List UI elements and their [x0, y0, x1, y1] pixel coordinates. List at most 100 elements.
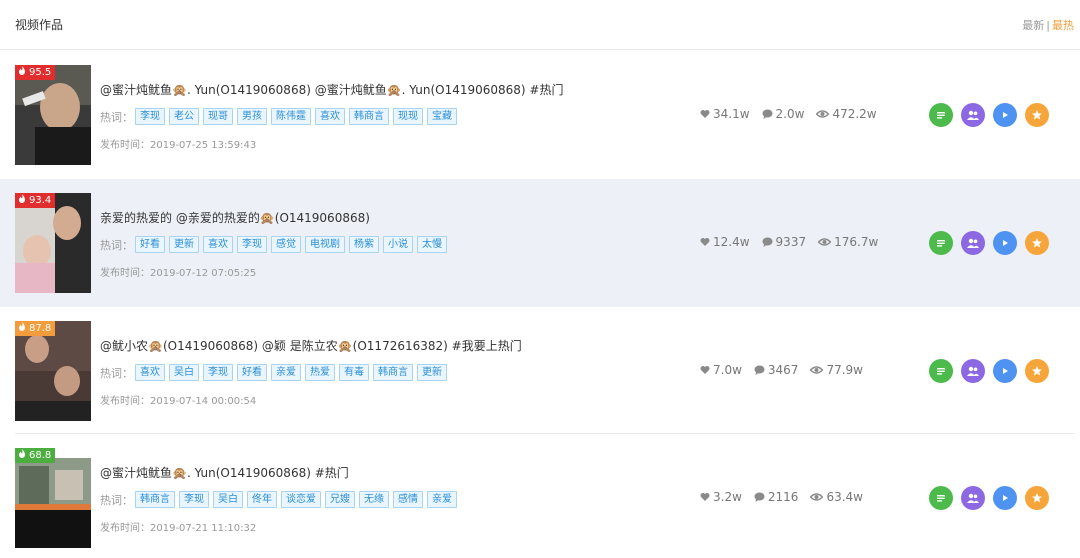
views-count: 176.7w [834, 235, 879, 249]
keyword-tag[interactable]: 喜欢 [315, 108, 345, 125]
play-icon [1000, 110, 1010, 120]
keyword-list: 热词： 李现 老公 现哥 男孩 陈伟霆 喜欢 韩商言 现现 宝藏 [100, 108, 461, 125]
keyword-tag[interactable]: 宝藏 [427, 108, 457, 125]
keyword-tag[interactable]: 感情 [393, 491, 423, 508]
action-list-button[interactable] [929, 231, 953, 255]
video-description[interactable]: @鱿小农🙊(O1419060868) @颖 是陈立农🙊(O1172616382)… [100, 337, 522, 354]
video-thumbnail[interactable]: 95.5 [15, 65, 91, 165]
keyword-tag[interactable]: 小说 [383, 236, 413, 253]
keyword-tag[interactable]: 太慢 [417, 236, 447, 253]
sort-hottest-link[interactable]: 最热 [1052, 19, 1074, 32]
publish-time: 发布时间：2019-07-12 07:05:25 [100, 268, 257, 279]
sort-newest-link[interactable]: 最新 [1022, 19, 1044, 32]
keyword-tag[interactable]: 李现 [179, 491, 209, 508]
comments-icon [754, 365, 765, 375]
keyword-tag[interactable]: 无缘 [359, 491, 389, 508]
keyword-list: 热词： 韩商言 李现 吴白 佟年 谈恋爱 兄嫂 无缘 感情 亲爱 [100, 491, 461, 508]
keyword-tag[interactable]: 吴白 [213, 491, 243, 508]
section-header: 视频作品 最新 | 最热 [0, 0, 1080, 50]
video-description[interactable]: 亲爱的热爱的 @亲爱的热爱的🙊(O1419060868) [100, 209, 370, 226]
views-icon [816, 110, 830, 118]
keyword-tag[interactable]: 兄嫂 [325, 491, 355, 508]
action-group-button[interactable] [961, 359, 985, 383]
video-description[interactable]: @蜜汁炖鱿鱼🙊. Yun(O1419060868) #热门 [100, 464, 349, 481]
action-group-button[interactable] [961, 486, 985, 510]
keyword-tag[interactable]: 李现 [135, 108, 165, 125]
keyword-tag[interactable]: 更新 [417, 364, 447, 381]
likes-icon [700, 366, 710, 374]
keyword-tag[interactable]: 韩商言 [373, 364, 413, 381]
item-actions [929, 231, 1057, 255]
action-star-button[interactable] [1025, 231, 1049, 255]
action-list-button[interactable] [929, 359, 953, 383]
star-icon [1031, 365, 1043, 377]
keyword-tag[interactable]: 李现 [237, 236, 267, 253]
comments-count: 2.0w [775, 107, 805, 121]
hot-score: 87.8 [29, 323, 52, 334]
keyword-tag[interactable]: 现现 [393, 108, 423, 125]
video-thumbnail[interactable]: 68.8 [15, 448, 91, 548]
keyword-tag[interactable]: 喜欢 [135, 364, 165, 381]
keyword-tag[interactable]: 热爱 [305, 364, 335, 381]
item-actions [929, 486, 1057, 510]
views-count: 472.2w [832, 107, 877, 121]
views-icon [810, 366, 824, 374]
keyword-tag[interactable]: 更新 [169, 236, 199, 253]
keyword-tag[interactable]: 李现 [203, 364, 233, 381]
keyword-tag[interactable]: 谈恋爱 [281, 491, 321, 508]
keyword-tag[interactable]: 好看 [135, 236, 165, 253]
action-group-button[interactable] [961, 231, 985, 255]
keyword-tag[interactable]: 吴白 [169, 364, 199, 381]
keyword-list: 热词： 喜欢 吴白 李现 好看 亲爱 热爱 有毒 韩商言 更新 [100, 364, 451, 381]
video-description[interactable]: @蜜汁炖鱿鱼🙊. Yun(O1419060868) @蜜汁炖鱿鱼🙊. Yun(O… [100, 81, 563, 98]
comments-icon [762, 237, 773, 247]
hot-score-badge: 93.4 [15, 193, 56, 208]
keyword-tag[interactable]: 亲爱 [271, 364, 301, 381]
video-list-item: 95.5 @蜜汁炖鱿鱼🙊. Yun(O1419060868) @蜜汁炖鱿鱼🙊. … [0, 51, 1080, 179]
group-icon [966, 492, 980, 504]
video-thumbnail[interactable]: 87.8 [15, 321, 91, 421]
keyword-tag[interactable]: 杨紫 [349, 236, 379, 253]
action-play-button[interactable] [993, 103, 1017, 127]
list-icon [935, 365, 947, 377]
play-icon [1000, 366, 1010, 376]
group-icon [966, 109, 980, 121]
comments-count: 2116 [767, 490, 799, 504]
keyword-tag[interactable]: 亲爱 [427, 491, 457, 508]
keyword-tag[interactable]: 陈伟霆 [271, 108, 311, 125]
keyword-tag[interactable]: 好看 [237, 364, 267, 381]
likes-icon [700, 110, 710, 118]
keyword-tag[interactable]: 男孩 [237, 108, 267, 125]
sort-divider: | [1046, 19, 1050, 32]
video-stats: 12.4w 9337 176.7w [700, 235, 890, 249]
video-thumbnail[interactable]: 93.4 [15, 193, 91, 293]
action-list-button[interactable] [929, 486, 953, 510]
action-star-button[interactable] [1025, 359, 1049, 383]
keyword-tag[interactable]: 老公 [169, 108, 199, 125]
keyword-tag[interactable]: 电视剧 [305, 236, 345, 253]
keyword-label: 热词： [100, 110, 133, 124]
keyword-tag[interactable]: 现哥 [203, 108, 233, 125]
keyword-tag[interactable]: 韩商言 [135, 491, 175, 508]
action-star-button[interactable] [1025, 103, 1049, 127]
star-icon [1031, 492, 1043, 504]
flame-icon [19, 449, 25, 458]
action-list-button[interactable] [929, 103, 953, 127]
likes-count: 34.1w [713, 107, 750, 121]
action-star-button[interactable] [1025, 486, 1049, 510]
keyword-list: 热词： 好看 更新 喜欢 李现 感觉 电视剧 杨紫 小说 太慢 [100, 236, 451, 253]
action-play-button[interactable] [993, 359, 1017, 383]
keyword-tag[interactable]: 有毒 [339, 364, 369, 381]
flame-icon [19, 66, 25, 75]
action-play-button[interactable] [993, 486, 1017, 510]
likes-count: 7.0w [713, 363, 742, 377]
keyword-tag[interactable]: 佟年 [247, 491, 277, 508]
action-group-button[interactable] [961, 103, 985, 127]
star-icon [1031, 237, 1043, 249]
keyword-tag[interactable]: 喜欢 [203, 236, 233, 253]
views-count: 77.9w [826, 363, 863, 377]
action-play-button[interactable] [993, 231, 1017, 255]
keyword-tag[interactable]: 感觉 [271, 236, 301, 253]
keyword-tag[interactable]: 韩商言 [349, 108, 389, 125]
views-icon [810, 493, 824, 501]
